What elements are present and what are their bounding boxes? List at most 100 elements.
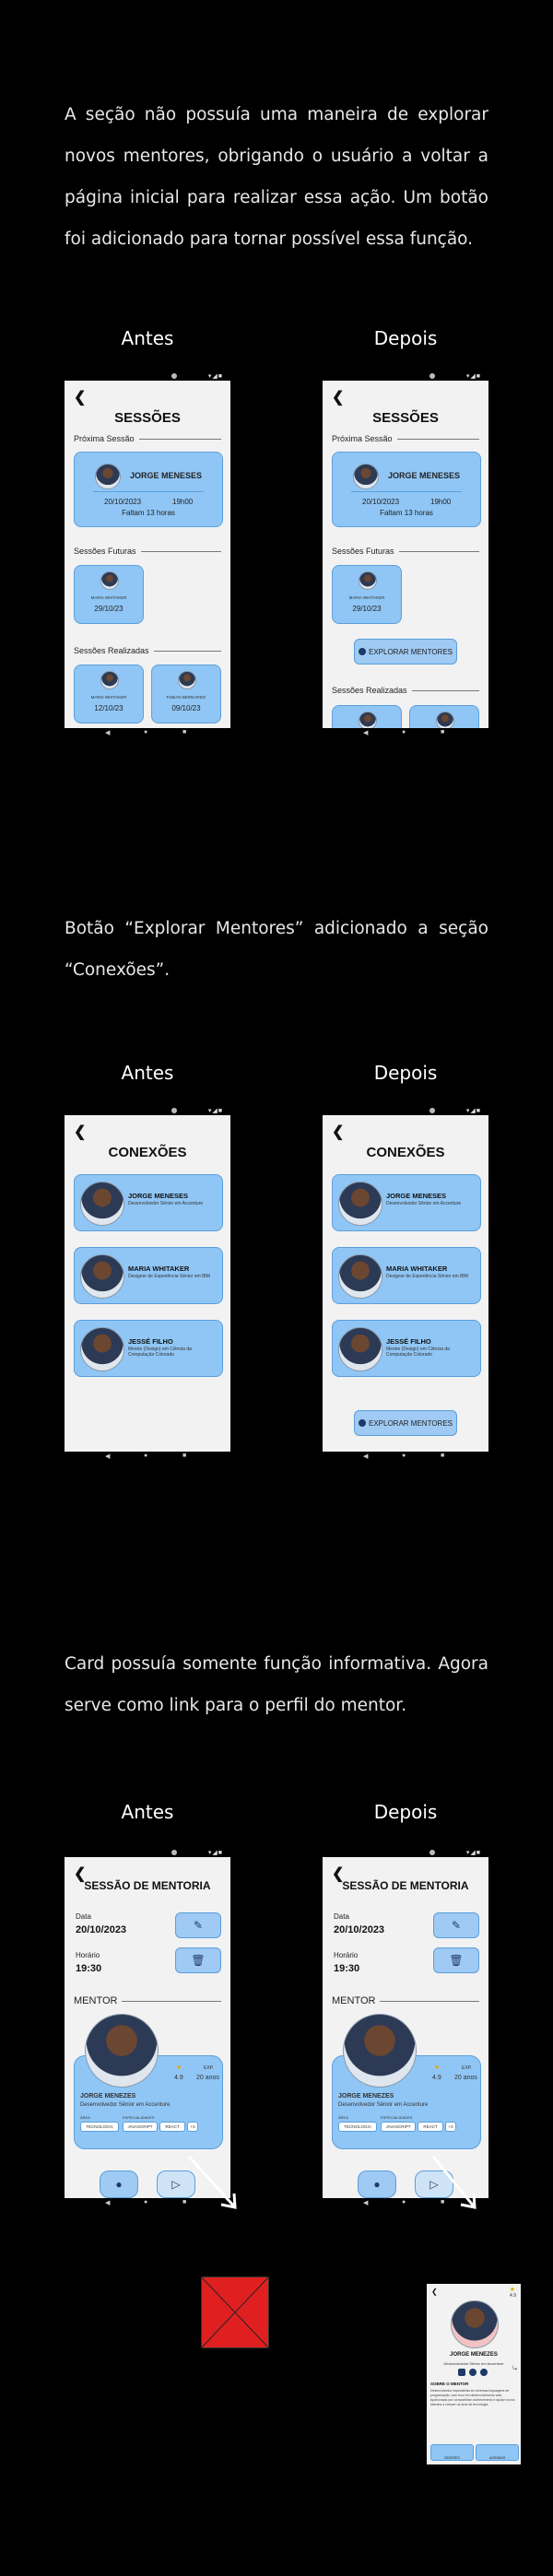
tag-chip: REACT (418, 2122, 443, 2132)
trash-icon: 🗑 (191, 1954, 206, 1967)
connection-card[interactable]: MARIA WHITAKER Designer de Experiência S… (332, 1247, 481, 1304)
delete-button[interactable]: 🗑 (433, 1947, 479, 1973)
avatar (338, 1254, 382, 1299)
after-label: Depois (373, 1801, 438, 1823)
mentor-profile-screen: ❮ ★ 4.9 JORGE MENEZES Desenvolvedor Sêni… (427, 2278, 521, 2472)
future-sessions-heading: Sessões Futuras (74, 547, 221, 556)
exp-label: EXP. (204, 2065, 214, 2071)
sessions-screen-after: ▾◢■ ❮ SESSÕES Próxima Sessão JORGE MENES… (323, 371, 488, 737)
date-value: 20/10/2023 (76, 1924, 127, 1935)
back-arrow-icon[interactable]: ❮ (332, 1123, 344, 1141)
rating: 4.9 (510, 2293, 516, 2299)
web-icon[interactable] (480, 2369, 488, 2376)
linkedin-icon[interactable] (458, 2369, 465, 2376)
done-session-card[interactable]: MARIA WHITAKER 12/10/23 (74, 665, 144, 723)
section1-description: A seção não possuía uma maneira de explo… (65, 105, 488, 249)
mentor-desc: Desenvolvedor Sênior em Accenture (80, 2102, 171, 2108)
avatar (353, 464, 379, 489)
date-label: Data (76, 1912, 91, 1921)
connection-card[interactable]: JORGE MENESES Desenvolvedor Sênior em Ac… (74, 1174, 223, 1231)
connection-name: JESSÉ FILHO (386, 1337, 431, 1346)
next-session-card[interactable]: JORGE MENESES 20/10/2023 19h00 Faltam 13… (74, 452, 223, 527)
delete-button[interactable]: 🗑 (175, 1947, 221, 1973)
mentor-desc: Desenvolvedor Sênior em Accenture (338, 2102, 429, 2108)
edit-button[interactable]: ✎ (175, 1912, 221, 1938)
arrow-icon (431, 2156, 477, 2209)
connection-name: JESSÉ FILHO (128, 1337, 173, 1346)
done-session-card[interactable]: FABIAN BERNARDO 09/10/23 (151, 665, 221, 723)
nav-bar: ◀ ● ■ (65, 728, 230, 737)
status-bar: ▾◢■ (323, 1106, 488, 1115)
mentor-photo (85, 2014, 159, 2088)
tag-chip: +3 (445, 2122, 456, 2132)
connection-name: JORGE MENESES (128, 1192, 189, 1200)
date-value: 20/10/2023 (334, 1924, 385, 1935)
page-title: SESSÕES (372, 410, 439, 426)
before-label: Antes (121, 327, 174, 349)
exp-label: EXP. (462, 2065, 472, 2071)
status-bar (427, 2278, 521, 2284)
session-date: 12/10/23 (94, 704, 124, 712)
session-date: 29/10/23 (94, 605, 124, 613)
share-icon[interactable]: ⤿ (512, 2366, 517, 2372)
github-icon[interactable] (469, 2369, 477, 2376)
compass-icon (359, 1419, 366, 1427)
rating: 4.9 (432, 2075, 441, 2081)
mentor-name: JORGE MENEZES (450, 2352, 498, 2358)
flow-arrows (187, 2155, 477, 2209)
schedule-tab[interactable]: AGENDAR (476, 2444, 519, 2461)
after-label: Depois (373, 327, 438, 349)
star-icon: ★ (176, 2064, 182, 2071)
tag-chip: JAVASCRIPT (381, 2122, 416, 2132)
back-arrow-icon[interactable]: ❮ (74, 1123, 86, 1141)
next-session-heading: Próxima Sessão (332, 434, 479, 443)
connection-desc: Mestre (Design) em Ciência da Computação… (386, 1347, 450, 1358)
back-arrow-icon[interactable]: ❮ (74, 388, 86, 406)
connection-card[interactable]: JESSÉ FILHO Mestre (Design) em Ciência d… (332, 1320, 481, 1377)
no-link-box (201, 2276, 269, 2348)
session-mentor: MARIA WHITAKER (348, 595, 385, 600)
status-bar: ▾◢■ (323, 1848, 488, 1857)
connection-card[interactable]: JORGE MENESES Desenvolvedor Sênior em Ac… (332, 1174, 481, 1231)
mentor-desc: Desenvolvedor Sênior em Accenture (443, 2361, 504, 2366)
exp-value: 20 anos (196, 2075, 219, 2081)
explore-mentors-button[interactable]: EXPLORAR MENTORES (354, 639, 457, 665)
mentor-photo (343, 2014, 417, 2088)
session-time: 19h00 (172, 498, 194, 506)
done-sessions-heading: Sessões Realizadas (332, 686, 479, 695)
next-session-card[interactable]: JORGE MENESES 20/10/2023 19h00 Faltam 13… (332, 452, 481, 527)
sessions-tab[interactable]: SESSÕES (430, 2444, 474, 2461)
edit-button[interactable]: ✎ (433, 1912, 479, 1938)
section3-description: Card possuía somente função informativa.… (65, 1654, 488, 1715)
session-date: 09/10/23 (171, 704, 201, 712)
connection-desc: Designer de Experiência Sênior em IBM (128, 1274, 210, 1279)
explore-mentors-button[interactable]: EXPLORAR MENTORES (354, 1410, 457, 1436)
avatar (338, 1182, 382, 1226)
exp-value: 20 anos (454, 2075, 477, 2081)
connection-desc: Mestre (Design) em Ciência da Computação… (128, 1347, 192, 1358)
tag-chip: REACT (159, 2122, 185, 2132)
back-arrow-icon[interactable]: ❮ (332, 388, 344, 406)
future-session-card[interactable]: MARIA WHITAKER 29/10/23 (332, 565, 402, 624)
session-time: 19h00 (430, 498, 452, 506)
back-arrow-icon[interactable]: ❮ (431, 2288, 438, 2296)
page-title: CONEXÕES (366, 1145, 445, 1160)
date-label: Data (334, 1912, 349, 1921)
mentor-photo (451, 2300, 499, 2348)
status-bar: ▾◢■ (65, 1848, 230, 1857)
tag-chip: TECNOLOGIA (338, 2122, 377, 2132)
star-icon: ★ (509, 2287, 515, 2293)
status-bar: ▾◢■ (65, 371, 230, 381)
specialties-label: ESPECIALIDADES (123, 2115, 155, 2120)
connection-card[interactable]: JESSÉ FILHO Mestre (Design) em Ciência d… (74, 1320, 223, 1377)
session-date: 20/10/2023 (104, 498, 142, 506)
connections-screen-before: ▾◢■ ❮ CONEXÕES JORGE MENESES Desenvolved… (65, 1106, 230, 1461)
connection-card[interactable]: MARIA WHITAKER Designer de Experiência S… (74, 1247, 223, 1304)
session-mentor: MARIA WHITAKER (90, 695, 127, 700)
sessions-screen-before: ▾◢■ ❮ SESSÕES Próxima Sessão JORGE MENES… (65, 371, 230, 737)
mentor-heading: MENTOR (74, 1995, 221, 2006)
tag-chip: TECNOLOGIA (80, 2122, 119, 2132)
mentor-name: JORGE MENESES (130, 471, 203, 480)
before-label: Antes (121, 1801, 174, 1823)
future-session-card[interactable]: MARIA WHITAKER 29/10/23 (74, 565, 144, 624)
